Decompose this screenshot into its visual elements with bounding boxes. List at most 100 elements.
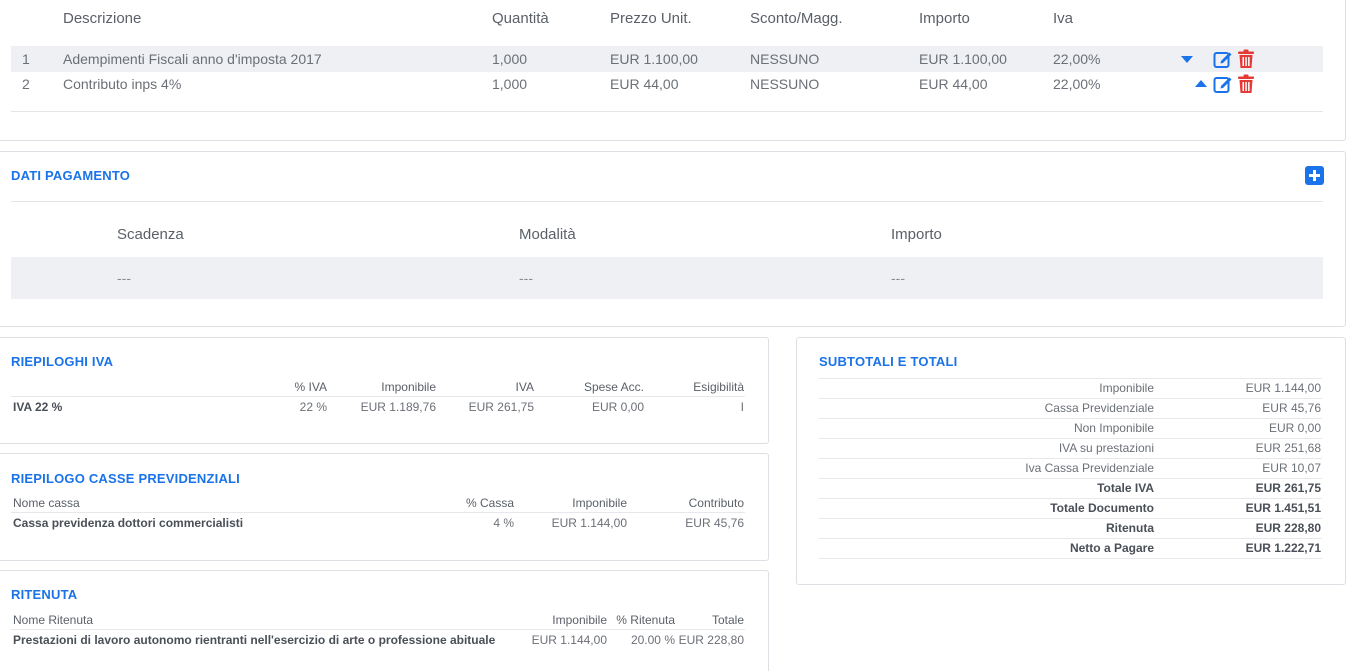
withholding-name: Prestazioni di lavoro autonomo rientrant…: [13, 633, 496, 647]
divider: [11, 111, 1323, 112]
totals-row: Cassa Previdenziale EUR 45,76: [819, 399, 1322, 419]
withholding-card: RITENUTA Nome Ritenuta Imponibile % Rite…: [0, 570, 769, 671]
withholding-row: Prestazioni di lavoro autonomo rientrant…: [11, 630, 745, 650]
col-fund-percent: % Cassa: [465, 496, 514, 510]
totals-label: Non Imponibile: [1073, 421, 1154, 435]
payment-method: ---: [519, 270, 533, 286]
totals-value: EUR 251,68: [1255, 441, 1321, 455]
pension-funds-card: RIEPILOGO CASSE PREVIDENZIALI Nome cassa…: [0, 453, 769, 561]
line-items-header: Descrizione Quantità Prezzo Unit. Sconto…: [11, 10, 1323, 36]
fund-contribution: EUR 45,76: [685, 516, 744, 530]
trash-icon[interactable]: [1237, 49, 1255, 69]
payment-title: DATI PAGAMENTO: [11, 168, 131, 183]
line-amount: EUR 1.100,00: [919, 51, 1007, 67]
withholding-percent: 20.00 %: [630, 633, 675, 647]
col-vat-percent: % IVA: [294, 380, 327, 394]
payment-card: DATI PAGAMENTO Scadenza Modalità Importo…: [0, 151, 1346, 327]
totals-value: EUR 45,76: [1262, 401, 1321, 415]
col-method: Modalità: [519, 226, 576, 243]
fund-name: Cassa previdenza dottori commercialisti: [13, 516, 244, 530]
totals-label: IVA su prestazioni: [1058, 441, 1154, 455]
totals-label: Imponibile: [1099, 381, 1154, 395]
withholding-taxable: EUR 1.144,00: [531, 633, 607, 647]
col-vat: Iva: [1053, 10, 1074, 27]
line-actions: [1175, 71, 1265, 97]
line-items-card: Descrizione Quantità Prezzo Unit. Sconto…: [0, 0, 1346, 141]
totals-label: Totale Documento: [1050, 501, 1154, 515]
col-withholding-percent: % Ritenuta: [616, 613, 675, 627]
line-amount: EUR 44,00: [919, 76, 988, 92]
line-unit-price: EUR 44,00: [610, 76, 679, 92]
col-unit-price: Prezzo Unit.: [610, 10, 692, 27]
col-taxable: Imponibile: [572, 496, 627, 510]
totals-value: EUR 1.222,71: [1245, 541, 1321, 555]
vat-row-vat: EUR 261,75: [468, 400, 534, 414]
totals-row-net-payable: Netto a Pagare EUR 1.222,71: [819, 539, 1322, 559]
totals-row-withholding: Ritenuta EUR 228,80: [819, 519, 1322, 539]
payment-header: Scadenza Modalità Importo: [11, 226, 1323, 248]
withholding-total: EUR 228,80: [678, 633, 744, 647]
caret-down-icon[interactable]: [1181, 56, 1193, 63]
totals-title: SUBTOTALI E TOTALI: [819, 354, 958, 369]
pension-fund-row: Cassa previdenza dottori commercialisti …: [11, 513, 745, 533]
vat-summary-card: RIEPILOGHI IVA % IVA Imponibile IVA Spes…: [0, 337, 769, 444]
totals-row-total-vat: Totale IVA EUR 261,75: [819, 479, 1322, 499]
line-description: Contributo inps 4%: [63, 76, 182, 92]
col-contribution: Contributo: [688, 496, 744, 510]
col-discount: Sconto/Magg.: [750, 10, 843, 27]
line-vat: 22,00%: [1053, 51, 1101, 67]
totals-value: EUR 1.144,00: [1245, 381, 1321, 395]
col-amount: Importo: [919, 10, 970, 27]
totals-value: EUR 1.451,51: [1245, 501, 1321, 515]
col-description: Descrizione: [63, 10, 142, 27]
col-expenses: Spese Acc.: [583, 380, 644, 394]
col-total: Totale: [711, 613, 744, 627]
totals-label: Ritenuta: [1106, 521, 1154, 535]
pension-funds-title: RIEPILOGO CASSE PREVIDENZIALI: [11, 471, 240, 486]
totals-value: EUR 261,75: [1255, 481, 1321, 495]
col-fund-name: Nome cassa: [13, 496, 80, 510]
vat-row-eligibility: I: [740, 400, 744, 414]
vat-summary-header: % IVA Imponibile IVA Spese Acc. Esigibil…: [11, 377, 745, 397]
line-discount: NESSUNO: [750, 76, 820, 92]
pension-funds-header: Nome cassa % Cassa Imponibile Contributo: [11, 493, 745, 513]
totals-list: Imponibile EUR 1.144,00 Cassa Previdenzi…: [819, 378, 1322, 559]
plus-square-icon[interactable]: [1305, 166, 1324, 185]
totals-label: Totale IVA: [1097, 481, 1154, 495]
edit-icon[interactable]: [1213, 74, 1233, 94]
payment-row: --- --- ---: [11, 257, 1323, 299]
payment-due-date: ---: [117, 270, 131, 286]
fund-taxable: EUR 1.144,00: [551, 516, 627, 530]
withholding-header: Nome Ritenuta Imponibile % Ritenuta Tota…: [11, 610, 745, 630]
col-vat: IVA: [515, 380, 534, 394]
edit-icon[interactable]: [1213, 49, 1233, 69]
trash-icon[interactable]: [1237, 74, 1255, 94]
totals-row: IVA su prestazioni EUR 251,68: [819, 439, 1322, 459]
totals-value: EUR 228,80: [1255, 521, 1321, 535]
withholding-title: RITENUTA: [11, 587, 78, 602]
caret-up-icon[interactable]: [1195, 80, 1207, 87]
totals-label: Iva Cassa Previdenziale: [1025, 461, 1154, 475]
totals-row: Iva Cassa Previdenziale EUR 10,07: [819, 459, 1322, 479]
col-amount: Importo: [891, 226, 942, 243]
totals-label: Netto a Pagare: [1069, 541, 1154, 555]
totals-row: Non Imponibile EUR 0,00: [819, 419, 1322, 439]
totals-row-total-document: Totale Documento EUR 1.451,51: [819, 499, 1322, 519]
line-number: 2: [22, 76, 30, 92]
line-quantity: 1,000: [492, 51, 528, 67]
line-number: 1: [22, 51, 30, 67]
totals-row: Imponibile EUR 1.144,00: [819, 379, 1322, 399]
col-quantity: Quantità: [492, 10, 549, 27]
col-withholding-name: Nome Ritenuta: [13, 613, 94, 627]
col-taxable: Imponibile: [552, 613, 607, 627]
vat-row-label: IVA 22 %: [13, 400, 63, 414]
line-discount: NESSUNO: [750, 51, 820, 67]
totals-label: Cassa Previdenziale: [1044, 401, 1154, 415]
line-vat: 22,00%: [1053, 76, 1101, 92]
col-eligibility: Esigibilità: [693, 380, 744, 394]
line-item-row: 2 Contributo inps 4% 1,000 EUR 44,00 NES…: [11, 71, 1323, 97]
totals-value: EUR 0,00: [1268, 421, 1321, 435]
line-actions: [1175, 46, 1265, 72]
vat-row-percent: 22 %: [299, 400, 327, 414]
totals-card: SUBTOTALI E TOTALI Imponibile EUR 1.144,…: [796, 337, 1346, 585]
